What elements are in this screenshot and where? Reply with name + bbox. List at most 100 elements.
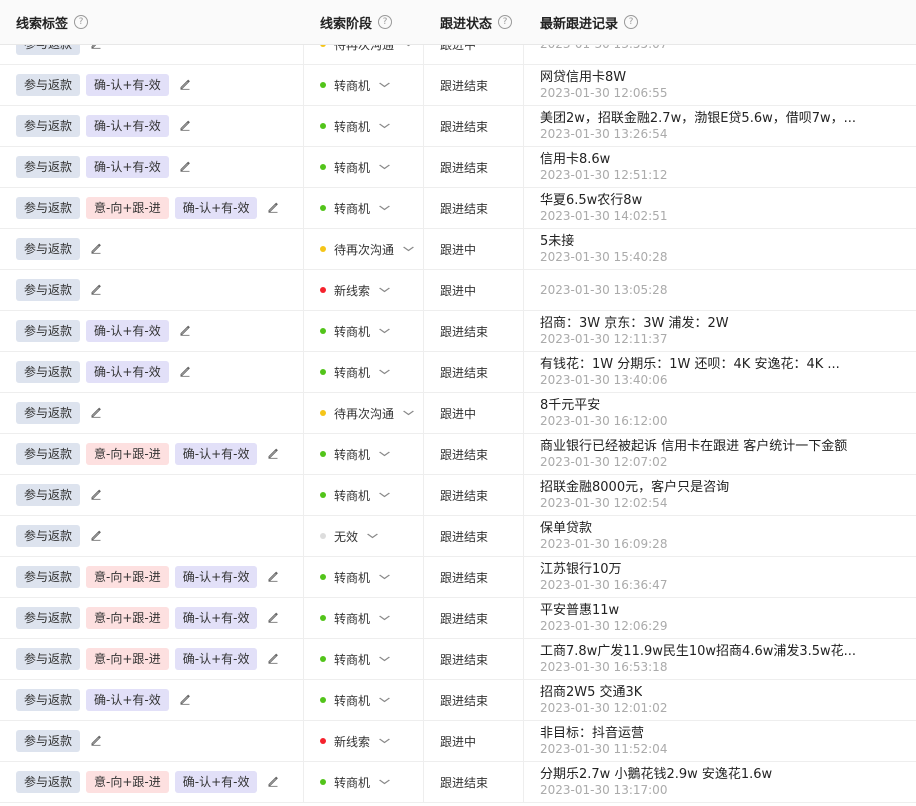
edit-icon[interactable] [90,242,104,256]
chevron-down-icon[interactable] [378,490,391,501]
help-icon[interactable]: ? [378,15,393,29]
chevron-down-icon[interactable] [378,121,391,132]
table-row[interactable]: 参与返款 意-向+跟-进 确-认+有-效 转商机 跟进结束 华夏6.5w农行8w 2023-… [0,188,916,229]
record-cell: 美团2w，招联金融2.7w，渤银E贷5.6w，借呗7w，... 2023-01-3… [524,106,916,146]
follow-status: 跟进结束 [440,160,489,175]
table-row[interactable]: 参与返款 意-向+跟-进 确-认+有-效 转商机 跟进结束 平安普惠11w 2023-01-… [0,598,916,639]
record-text: 美团2w，招联金融2.7w，渤银E贷5.6w，借呗7w，... [540,111,857,126]
chevron-down-icon[interactable] [378,695,391,706]
record-time: 2023-01-30 12:11:37 [540,332,668,346]
chevron-down-icon[interactable] [366,531,379,542]
edit-icon[interactable] [179,160,193,174]
table-row[interactable]: 参与返款 新线索 跟进中 2023-01-30 13:05:28 [0,270,916,311]
leads-table: 线索标签 ? 线索阶段 ? 跟进状态 ? 最新跟进记录 ? 参与返款待再次沟通跟… [0,0,916,806]
edit-icon[interactable] [267,775,281,789]
col-header-tags[interactable]: 线索标签 ? [0,0,304,44]
table-row[interactable]: 参与返款 无效 跟进结束 保单贷款 2023-01-30 16:09:28 [0,516,916,557]
chevron-down-icon[interactable] [378,777,391,788]
table-row[interactable]: 参与返款 待再次沟通 跟进中 5未接 2023-01-30 15:40:28 [0,229,916,270]
chevron-down-icon[interactable] [378,654,391,665]
stage-select[interactable]: 转商机 [304,680,424,720]
stage-select[interactable]: 转商机 [304,557,424,597]
col-header-stage[interactable]: 线索阶段 ? [304,0,424,44]
table-row[interactable]: 参与返款 确-认+有-效 转商机 跟进结束 美团2w，招联金融2.7w，渤银E贷5.6w… [0,106,916,147]
edit-icon[interactable] [179,365,193,379]
lead-tag: 确-认+有-效 [86,115,169,137]
lead-tag: 确-认+有-效 [86,156,169,178]
lead-tag: 参与返款 [16,361,81,383]
edit-icon[interactable] [179,324,193,338]
table-row[interactable]: 参与返款 待再次沟通 跟进中 8千元平安 2023-01-30 16:12:00 [0,393,916,434]
chevron-down-icon[interactable] [402,244,415,255]
lead-tag: 意-向+跟-进 [86,607,169,629]
stage-select[interactable]: 转商机 [304,475,424,515]
chevron-down-icon[interactable] [402,408,415,419]
col-header-status[interactable]: 跟进状态 ? [424,0,524,44]
status-dot [320,615,326,621]
help-icon[interactable]: ? [624,15,639,29]
chevron-down-icon[interactable] [378,613,391,624]
stage-select[interactable]: 转商机 [304,188,424,228]
chevron-down-icon[interactable] [378,449,391,460]
edit-icon[interactable] [179,78,193,92]
stage-select[interactable]: 转商机 [304,639,424,679]
stage-select[interactable]: 转商机 [304,352,424,392]
table-row[interactable]: 参与返款 意-向+跟-进 确-认+有-效 转商机 跟进结束 江苏银行10万 2023-01-… [0,557,916,598]
table-row[interactable]: 参与返款 意-向+跟-进 确-认+有-效 转商机 跟进结束 分期乐2.7w 小鵝花钱2.9… [0,762,916,803]
stage-select[interactable]: 转商机 [304,147,424,187]
table-row[interactable]: 参与返款 新线索 跟进中 非目标：抖音运营 2023-01-30 11:52:04 [0,721,916,762]
tags-cell: 参与返款 [0,721,304,761]
chevron-down-icon[interactable] [378,80,391,91]
follow-status: 跟进结束 [440,324,489,339]
edit-icon[interactable] [90,406,104,420]
stage-select[interactable]: 待再次沟通 [304,229,424,269]
help-icon[interactable]: ? [74,15,89,29]
stage-select[interactable]: 新线索 [304,721,424,761]
stage-select[interactable]: 转商机 [304,106,424,146]
record-cell: 2023-01-30 13:05:28 [524,270,916,310]
stage-select[interactable]: 新线索 [304,270,424,310]
lead-tag: 参与返款 [16,443,81,465]
stage-select[interactable]: 待再次沟通 [304,393,424,433]
stage-label: 转商机 [334,78,371,93]
record-cell: 工商7.8w广发11.9w民生10w招商4.6w浦发3.5w花... 2023-0… [524,639,916,679]
col-header-record[interactable]: 最新跟进记录 ? [524,0,916,44]
edit-icon[interactable] [267,611,281,625]
edit-icon[interactable] [267,201,281,215]
edit-icon[interactable] [267,447,281,461]
edit-icon[interactable] [90,283,104,297]
edit-icon[interactable] [90,488,104,502]
stage-select[interactable]: 转商机 [304,311,424,351]
stage-select[interactable]: 转商机 [304,762,424,802]
stage-select[interactable]: 无效 [304,516,424,556]
record-cell: 5未接 2023-01-30 15:40:28 [524,229,916,269]
stage-select[interactable]: 转商机 [304,65,424,105]
table-row[interactable]: 参与返款 确-认+有-效 转商机 跟进结束 信用卡8.6w 2023-01-30 12:5… [0,147,916,188]
table-row[interactable]: 参与返款 意-向+跟-进 确-认+有-效 转商机 跟进结束 商业银行已经被起诉 信用卡在跟… [0,434,916,475]
edit-icon[interactable] [90,529,104,543]
help-icon[interactable]: ? [498,15,513,29]
stage-select[interactable]: 转商机 [304,434,424,474]
edit-icon[interactable] [267,652,281,666]
chevron-down-icon[interactable] [378,203,391,214]
lead-tag: 确-认+有-效 [86,74,169,96]
table-row[interactable]: 参与返款 意-向+跟-进 确-认+有-效 转商机 跟进结束 工商7.8w广发11.9w民生… [0,639,916,680]
table-row[interactable]: 参与返款 转商机 跟进结束 招联金融8000元，客户只是咨询 2023-01-30 12… [0,475,916,516]
edit-icon[interactable] [179,693,193,707]
record-time: 2023-01-30 14:02:51 [540,209,668,223]
stage-select[interactable]: 转商机 [304,598,424,638]
chevron-down-icon[interactable] [378,572,391,583]
chevron-down-icon[interactable] [378,367,391,378]
table-row[interactable]: 参与返款 确-认+有-效 转商机 跟进结束 网贷信用卡8W 2023-01-30 12:0… [0,65,916,106]
table-row[interactable]: 参与返款 确-认+有-效 转商机 跟进结束 招商：3W 京东：3W 浦发：2W 2023-… [0,311,916,352]
chevron-down-icon[interactable] [378,285,391,296]
chevron-down-icon[interactable] [378,162,391,173]
table-row[interactable]: 参与返款 确-认+有-效 转商机 跟进结束 有钱花：1W 分期乐：1W 还呗：4K 安逸… [0,352,916,393]
record-time: 2023-01-30 16:36:47 [540,578,668,592]
chevron-down-icon[interactable] [378,326,391,337]
chevron-down-icon[interactable] [378,736,391,747]
edit-icon[interactable] [267,570,281,584]
table-row[interactable]: 参与返款 确-认+有-效 转商机 跟进结束 招商2W5 交通3K 2023-01-30 1… [0,680,916,721]
edit-icon[interactable] [90,734,104,748]
edit-icon[interactable] [179,119,193,133]
